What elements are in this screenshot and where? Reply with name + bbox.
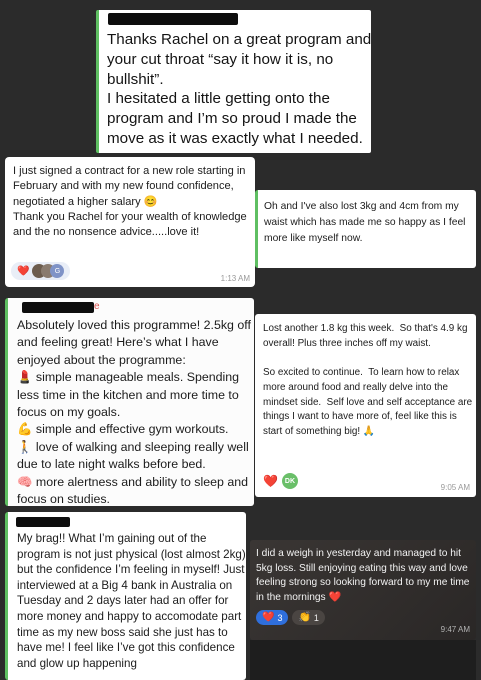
redacted-sender-name	[108, 13, 238, 25]
clap-icon: 👏	[298, 612, 311, 623]
dark-card-footer	[250, 640, 476, 680]
testimonial-card-5: Lost another 1.8 kg this week. So that's…	[255, 314, 476, 497]
avatar: G	[50, 264, 65, 278]
reaction-count: 3	[277, 612, 283, 623]
reactions-bar[interactable]: ❤️ G	[11, 262, 71, 280]
testimonial-card-4: e Absolutely loved this programme! 2.5kg…	[5, 298, 254, 506]
avatar-stack: G	[32, 264, 65, 278]
message-timestamp: 1:13 AM	[220, 274, 250, 283]
reaction-pill[interactable]: ❤️ G	[11, 262, 71, 280]
heart-icon[interactable]: ❤️	[263, 474, 278, 488]
message-text: I just signed a contract for a new role …	[13, 165, 247, 239]
message-text: I did a weigh in yesterday and managed t…	[256, 548, 473, 603]
message-text: Oh and I've also lost 3kg and 4cm from m…	[264, 201, 466, 244]
heart-icon: ❤️	[262, 612, 275, 623]
message-timestamp: 9:05 AM	[440, 483, 470, 492]
reaction-count: 1	[313, 612, 319, 623]
heart-icon: ❤️	[17, 265, 30, 277]
message-text: My brag!! What I’m gaining out of the pr…	[17, 532, 246, 670]
redacted-sender-name	[16, 517, 70, 527]
message-timestamp: 9:47 AM	[440, 625, 470, 634]
reactions-bar[interactable]: ❤️ 3 👏 1	[256, 610, 325, 625]
message-text: Thanks Rachel on a great program and you…	[107, 31, 371, 147]
message-text: Absolutely loved this programme! 2.5kg o…	[17, 318, 251, 506]
clap-reaction-pill[interactable]: 👏 1	[292, 610, 325, 625]
testimonial-card-6: My brag!! What I’m gaining out of the pr…	[5, 512, 246, 680]
testimonial-card-7: I did a weigh in yesterday and managed t…	[250, 540, 476, 640]
reactions-bar[interactable]: ❤️ DK	[263, 473, 298, 489]
avatar[interactable]: DK	[281, 473, 298, 489]
heart-reaction-pill[interactable]: ❤️ 3	[256, 610, 289, 625]
sender-name-tail: e	[94, 301, 100, 312]
testimonial-card-3: Oh and I've also lost 3kg and 4cm from m…	[255, 190, 476, 268]
testimonial-card-2: I just signed a contract for a new role …	[5, 157, 255, 287]
message-text: Lost another 1.8 kg this week. So that's…	[263, 323, 473, 437]
testimonial-card-1: Thanks Rachel on a great program and you…	[96, 10, 371, 153]
redacted-sender-name	[22, 302, 94, 313]
